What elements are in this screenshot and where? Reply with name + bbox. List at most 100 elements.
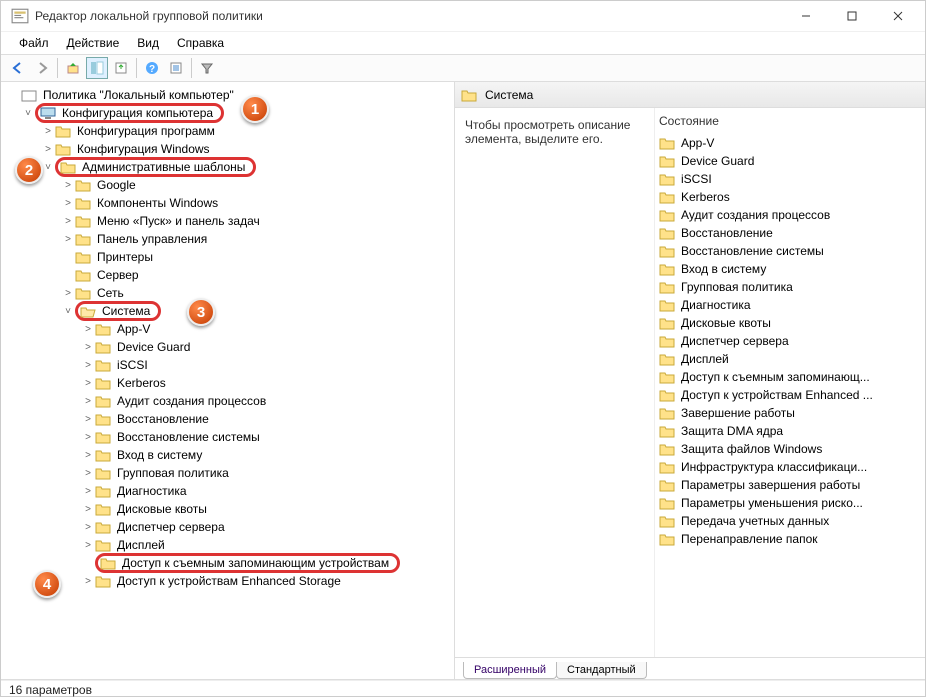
chevron-right-icon[interactable]: ˃ [81,540,95,551]
tree-item[interactable]: ˃iSCSI [1,356,454,374]
chevron-right-icon[interactable]: ˃ [81,468,95,479]
tree-root[interactable]: Политика "Локальный компьютер" [1,86,454,104]
chevron-right-icon[interactable]: ˃ [61,180,75,191]
list-item[interactable]: Доступ к съемным запоминающ... [655,368,925,386]
list-item[interactable]: Восстановление системы [655,242,925,260]
list-item[interactable]: Параметры уменьшения риско... [655,494,925,512]
tree-item[interactable]: ˃Доступ к устройствам Enhanced Storage [1,572,454,590]
list-item[interactable]: Групповая политика [655,278,925,296]
chevron-right-icon[interactable]: ˃ [61,234,75,245]
tree-item[interactable]: Доступ к съемным запоминающим устройства… [1,554,454,572]
window-buttons [783,1,921,31]
close-button[interactable] [875,1,921,31]
chevron-down-icon[interactable]: ˅ [21,108,35,119]
list-item[interactable]: Диагностика [655,296,925,314]
policy-icon [21,88,37,102]
tab-standard[interactable]: Стандартный [556,662,647,679]
tab-extended[interactable]: Расширенный [463,662,557,679]
chevron-right-icon[interactable]: ˃ [61,198,75,209]
maximize-button[interactable] [829,1,875,31]
chevron-right-icon[interactable]: ˃ [81,504,95,515]
folder-open-icon [80,304,96,318]
folder-icon [659,370,675,384]
tree-cfg-programs[interactable]: ˃ Конфигурация программ [1,122,454,140]
tree-cfg-computer[interactable]: ˅ Конфигурация компьютера [1,104,454,122]
list-item[interactable]: Дисковые квоты [655,314,925,332]
list-item[interactable]: iSCSI [655,170,925,188]
tree-item[interactable]: ˃Вход в систему [1,446,454,464]
list-item[interactable]: Завершение работы [655,404,925,422]
tree-item[interactable]: ˃Групповая политика [1,464,454,482]
chevron-right-icon[interactable]: ˃ [41,126,55,137]
tree-item[interactable]: ˃App-V [1,320,454,338]
chevron-right-icon[interactable]: ˃ [41,144,55,155]
chevron-right-icon[interactable]: ˃ [61,288,75,299]
menu-help[interactable]: Справка [169,34,232,52]
chevron-right-icon[interactable]: ˃ [81,378,95,389]
list-item[interactable]: Kerberos [655,188,925,206]
tree-admin-templates[interactable]: ˅ Административные шаблоны [1,158,454,176]
tree-cfg-windows[interactable]: ˃ Конфигурация Windows [1,140,454,158]
chevron-down-icon[interactable]: ˅ [41,162,55,173]
up-folder-button[interactable] [62,57,84,79]
list-item[interactable]: Перенаправление папок [655,530,925,548]
chevron-right-icon[interactable]: ˃ [81,342,95,353]
tree-item[interactable]: ˃Аудит создания процессов [1,392,454,410]
help-button[interactable]: ? [141,57,163,79]
list-item[interactable]: Диспетчер сервера [655,332,925,350]
state-column-header[interactable]: Состояние [655,108,925,134]
menu-view[interactable]: Вид [129,34,167,52]
filter-button[interactable] [196,57,218,79]
tree-google[interactable]: ˃Google [1,176,454,194]
menu-file[interactable]: Файл [11,34,57,52]
list-item[interactable]: Восстановление [655,224,925,242]
tree-win-components[interactable]: ˃Компоненты Windows [1,194,454,212]
tree-item[interactable]: ˃Kerberos [1,374,454,392]
minimize-button[interactable] [783,1,829,31]
chevron-right-icon[interactable]: ˃ [81,432,95,443]
tree-network[interactable]: ˃Сеть [1,284,454,302]
chevron-right-icon[interactable]: ˃ [81,414,95,425]
tree-item[interactable]: ˃Device Guard [1,338,454,356]
back-button[interactable] [7,57,29,79]
show-tree-button[interactable] [86,57,108,79]
chevron-right-icon[interactable]: ˃ [81,486,95,497]
list-item[interactable]: Защита DMA ядра [655,422,925,440]
tree-item[interactable]: ˃Восстановление системы [1,428,454,446]
tree-printers[interactable]: Принтеры [1,248,454,266]
list-item[interactable]: App-V [655,134,925,152]
tree-startmenu[interactable]: ˃Меню «Пуск» и панель задач [1,212,454,230]
folder-icon [55,142,71,156]
tree-system[interactable]: ˅ Система [1,302,454,320]
tree-item[interactable]: ˃Восстановление [1,410,454,428]
chevron-right-icon[interactable]: ˃ [81,576,95,587]
chevron-right-icon[interactable]: ˃ [81,360,95,371]
tree-item[interactable]: ˃Дисковые квоты [1,500,454,518]
list-item[interactable]: Доступ к устройствам Enhanced ... [655,386,925,404]
list-item[interactable]: Device Guard [655,152,925,170]
forward-button[interactable] [31,57,53,79]
folder-icon [100,556,116,570]
chevron-right-icon[interactable]: ˃ [81,450,95,461]
list-item[interactable]: Передача учетных данных [655,512,925,530]
chevron-down-icon[interactable]: ˅ [61,306,75,317]
tree-item[interactable]: ˃Дисплей [1,536,454,554]
list-item[interactable]: Параметры завершения работы [655,476,925,494]
chevron-right-icon[interactable]: ˃ [61,216,75,227]
tree-item[interactable]: ˃Диагностика [1,482,454,500]
view-tabs: Расширенный Стандартный [455,657,925,679]
properties-button[interactable] [165,57,187,79]
list-item[interactable]: Дисплей [655,350,925,368]
list-item[interactable]: Защита файлов Windows [655,440,925,458]
export-button[interactable] [110,57,132,79]
chevron-right-icon[interactable]: ˃ [81,522,95,533]
list-item[interactable]: Вход в систему [655,260,925,278]
tree-server[interactable]: Сервер [1,266,454,284]
tree-cpanel[interactable]: ˃Панель управления [1,230,454,248]
menu-action[interactable]: Действие [59,34,128,52]
tree-item[interactable]: ˃Диспетчер сервера [1,518,454,536]
list-item[interactable]: Инфраструктура классификаци... [655,458,925,476]
list-item[interactable]: Аудит создания процессов [655,206,925,224]
chevron-right-icon[interactable]: ˃ [81,324,95,335]
chevron-right-icon[interactable]: ˃ [81,396,95,407]
